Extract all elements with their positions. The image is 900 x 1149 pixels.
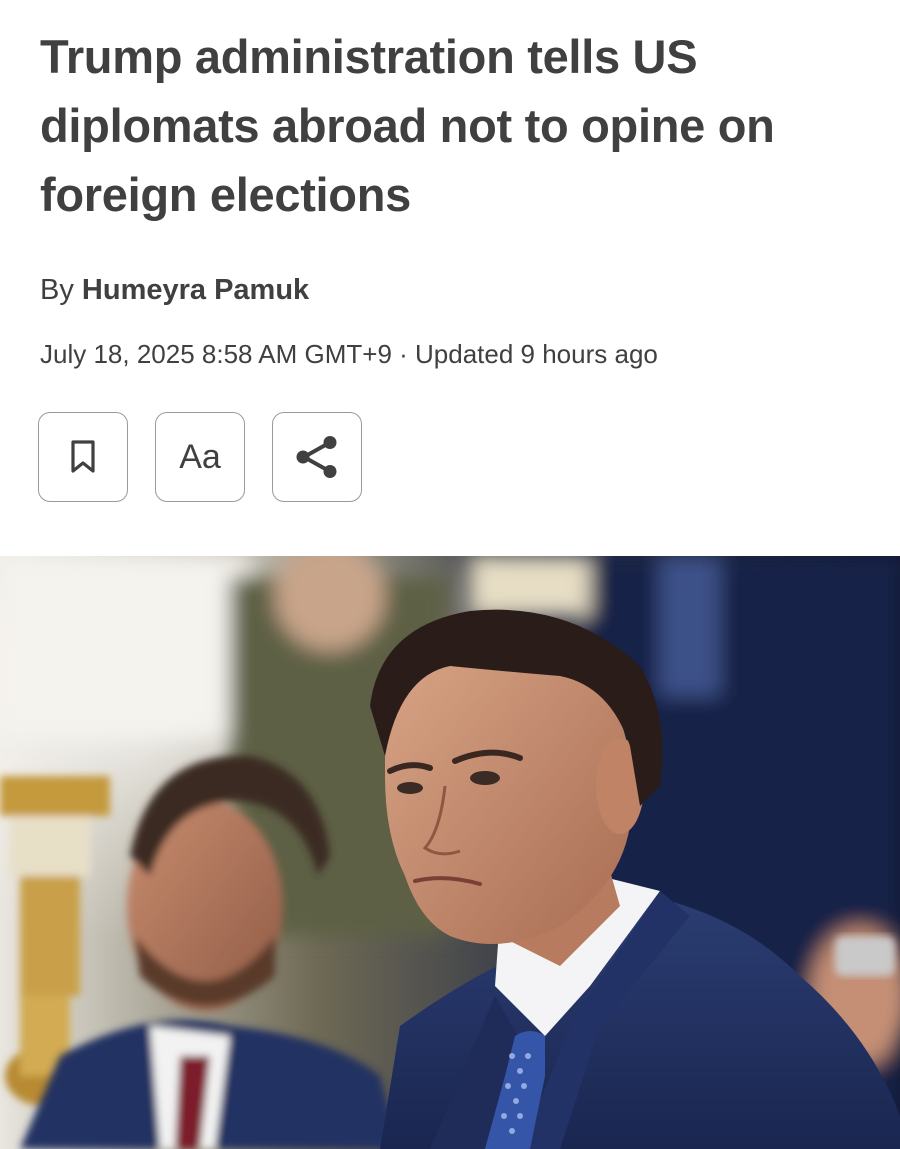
article-toolbar: Aa xyxy=(38,412,362,502)
byline: By Humeyra Pamuk xyxy=(40,270,309,310)
article-page: Trump administration tells US diplomats … xyxy=(0,0,900,1149)
article-headline: Trump administration tells US diplomats … xyxy=(40,30,775,221)
share-icon xyxy=(296,436,337,478)
text-size-label: Aa xyxy=(179,437,221,476)
author-link[interactable]: Humeyra Pamuk xyxy=(82,274,309,306)
article-photo xyxy=(0,556,900,1149)
bookmark-button[interactable] xyxy=(38,412,128,502)
byline-prefix: By xyxy=(40,274,74,306)
dateline: July 18, 2025 8:58 AM GMT+9 · Updated 9 … xyxy=(40,339,658,369)
photo-illustration xyxy=(0,556,900,1149)
text-size-button[interactable]: Aa xyxy=(155,412,245,502)
bookmark-icon xyxy=(71,440,95,473)
share-button[interactable] xyxy=(272,412,362,502)
